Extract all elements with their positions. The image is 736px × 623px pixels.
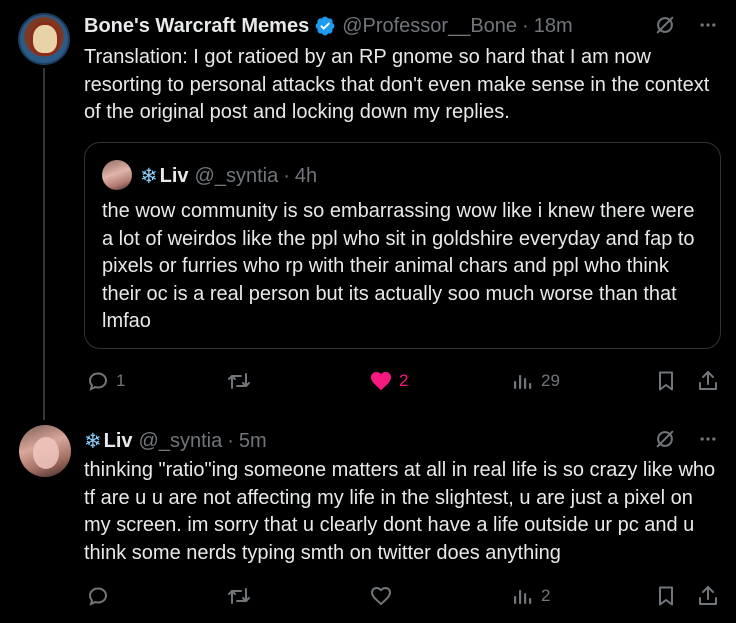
timestamp[interactable]: 5m bbox=[239, 430, 267, 453]
heart-filled-icon bbox=[371, 372, 391, 391]
separator-dot: · bbox=[227, 429, 234, 452]
tweet-1-header: Bone's Warcraft Memes @Professor__Bone ·… bbox=[84, 12, 573, 40]
quoted-tweet-text: the wow community is so embarrassing wow… bbox=[102, 200, 695, 332]
like-button[interactable]: 2 bbox=[369, 369, 408, 393]
tweet-1-menu bbox=[654, 14, 718, 36]
retweet-icon bbox=[228, 588, 250, 604]
grok-slash-icon[interactable] bbox=[654, 14, 676, 36]
bookmark-button[interactable] bbox=[654, 369, 678, 393]
tweet-1-actions: 1 2 29 bbox=[84, 367, 724, 397]
bookmark-button[interactable] bbox=[654, 584, 678, 608]
timestamp[interactable]: 18m bbox=[534, 15, 573, 38]
user-handle[interactable]: @_syntia bbox=[139, 430, 223, 453]
snowflake-icon: ❄ bbox=[140, 164, 158, 188]
share-icon bbox=[699, 586, 717, 605]
tweet-2-menu bbox=[654, 428, 718, 450]
avatar[interactable] bbox=[18, 13, 70, 65]
display-name[interactable]: Liv bbox=[104, 430, 133, 453]
quoted-avatar bbox=[102, 160, 132, 190]
tweet-1-text: Translation: I got ratioed by an RP gnom… bbox=[84, 46, 710, 123]
retweet-icon bbox=[228, 373, 250, 389]
quoted-display-name: Liv bbox=[159, 164, 189, 187]
quoted-tweet-header: ❄ Liv @_syntia · 4h bbox=[140, 163, 317, 189]
tweet-2-text: thinking "ratio"ing someone matters at a… bbox=[84, 459, 716, 564]
share-button[interactable] bbox=[696, 584, 720, 608]
reply-button[interactable]: 1 bbox=[86, 369, 125, 393]
snowflake-icon: ❄ bbox=[84, 429, 102, 453]
like-count: 2 bbox=[399, 371, 409, 390]
bookmark-icon bbox=[659, 371, 673, 391]
more-options-icon[interactable] bbox=[698, 15, 718, 35]
reply-icon bbox=[88, 372, 108, 391]
avatar[interactable] bbox=[19, 425, 71, 477]
like-button[interactable] bbox=[369, 584, 399, 608]
retweet-button[interactable] bbox=[226, 369, 258, 393]
views-button[interactable]: 29 bbox=[511, 369, 560, 393]
share-icon bbox=[699, 371, 717, 390]
bookmark-icon bbox=[659, 586, 673, 606]
views-chart-icon bbox=[514, 375, 532, 389]
display-name[interactable]: Bone's Warcraft Memes bbox=[84, 15, 309, 38]
separator-dot: · bbox=[522, 14, 529, 37]
grok-slash-icon[interactable] bbox=[654, 428, 676, 450]
reply-button[interactable] bbox=[86, 584, 116, 608]
views-button[interactable]: 2 bbox=[511, 584, 550, 608]
user-handle[interactable]: @Professor__Bone bbox=[342, 15, 517, 38]
heart-icon bbox=[370, 586, 392, 606]
quoted-user-handle: @_syntia bbox=[194, 164, 279, 187]
separator-dot: · bbox=[283, 164, 290, 187]
reply-count: 1 bbox=[116, 371, 126, 390]
verified-badge-icon bbox=[315, 16, 335, 36]
retweet-button[interactable] bbox=[226, 584, 258, 608]
tweet-2-header: ❄ Liv @_syntia · 5m bbox=[84, 427, 267, 455]
views-count: 2 bbox=[541, 586, 551, 605]
views-count: 29 bbox=[541, 371, 560, 390]
views-chart-icon bbox=[514, 590, 532, 604]
more-options-icon[interactable] bbox=[698, 429, 718, 449]
quoted-timestamp: 4h bbox=[294, 164, 318, 187]
reply-icon bbox=[88, 587, 108, 606]
tweet-2-actions: 2 bbox=[84, 582, 724, 612]
share-button[interactable] bbox=[696, 369, 720, 393]
